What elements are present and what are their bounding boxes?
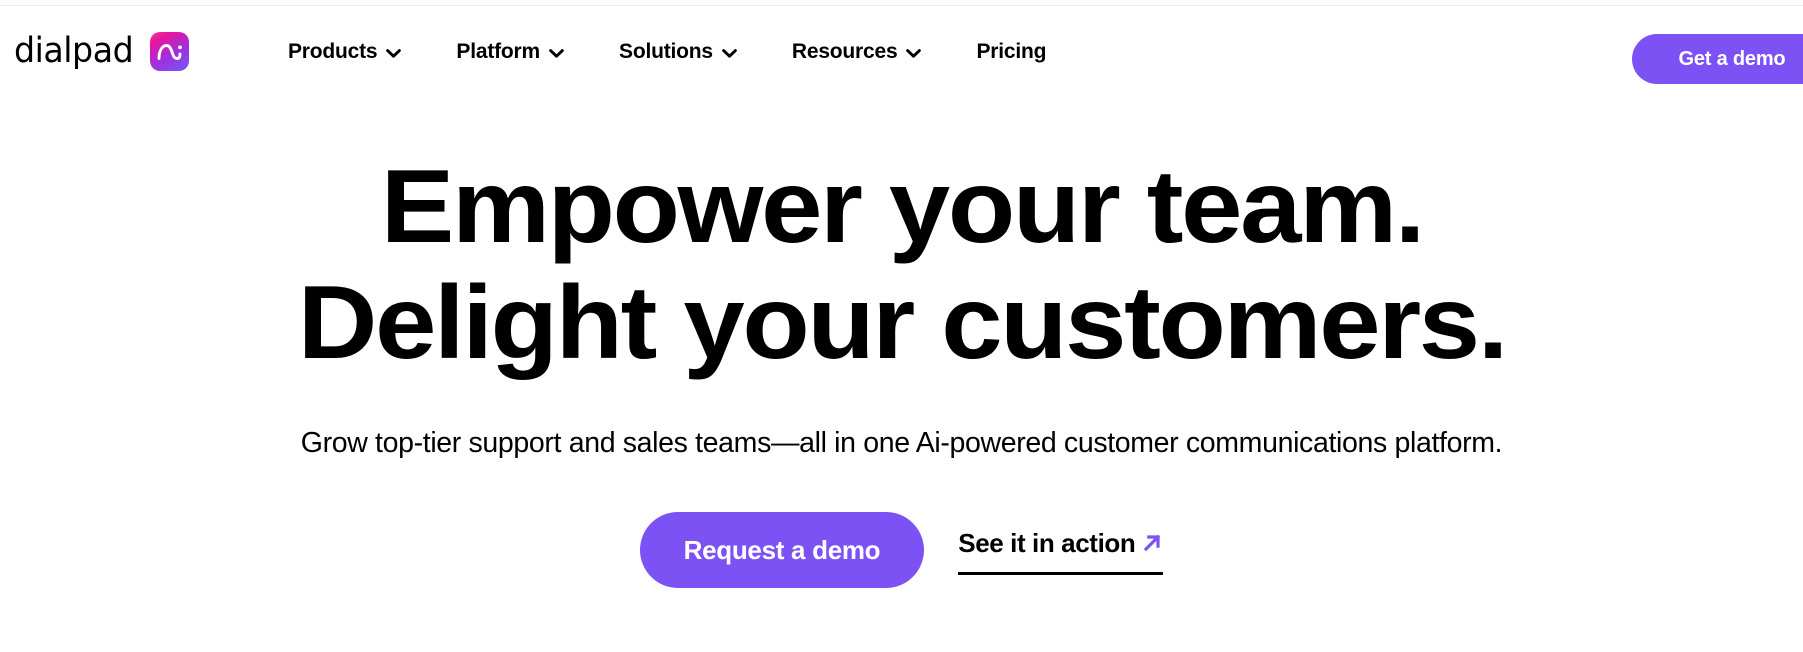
- hero-cta-row: Request a demo See it in action: [639, 512, 1164, 589]
- chevron-down-icon: [906, 48, 922, 58]
- dialpad-logo[interactable]: dialpad: [14, 32, 189, 71]
- arrow-up-right-icon: [1141, 532, 1163, 554]
- request-a-demo-button[interactable]: Request a demo: [639, 512, 925, 589]
- headline-line-2: Delight your customers.: [297, 264, 1508, 381]
- chevron-down-icon: [386, 48, 402, 58]
- ai-wave-icon: [149, 32, 189, 71]
- nav-item-label: Platform: [456, 40, 541, 63]
- nav-item-label: Pricing: [976, 40, 1047, 63]
- page-root: dialpad Products Platform Solutions Reso…: [0, 0, 1803, 652]
- chevron-down-icon: [722, 48, 737, 58]
- page-title: Empower your team. Delight your customer…: [297, 149, 1508, 382]
- get-a-demo-button[interactable]: Get a demo: [1632, 34, 1803, 84]
- nav-item-label: Solutions: [619, 40, 713, 63]
- nav-item-resources[interactable]: Resources: [792, 34, 922, 70]
- logo-wordmark: dialpad: [14, 31, 134, 71]
- site-header: dialpad Products Platform Solutions Reso…: [0, 6, 1803, 98]
- nav-item-pricing[interactable]: Pricing: [976, 34, 1046, 70]
- hero-subheadline: Grow top-tier support and sales teams—al…: [300, 426, 1503, 459]
- nav-item-label: Products: [288, 40, 378, 63]
- see-it-in-action-label: See it in action: [958, 528, 1136, 559]
- nav-item-platform[interactable]: Platform: [456, 34, 564, 70]
- primary-navigation: Products Platform Solutions Resources Pr…: [288, 6, 1046, 98]
- chevron-down-icon: [549, 48, 564, 58]
- see-it-in-action-link[interactable]: See it in action: [958, 528, 1164, 576]
- nav-item-label: Resources: [791, 40, 898, 63]
- hero-section: Empower your team. Delight your customer…: [0, 98, 1803, 652]
- headline-line-1: Empower your team.: [380, 149, 1425, 265]
- nav-item-solutions[interactable]: Solutions: [619, 34, 737, 70]
- nav-item-products[interactable]: Products: [288, 34, 402, 70]
